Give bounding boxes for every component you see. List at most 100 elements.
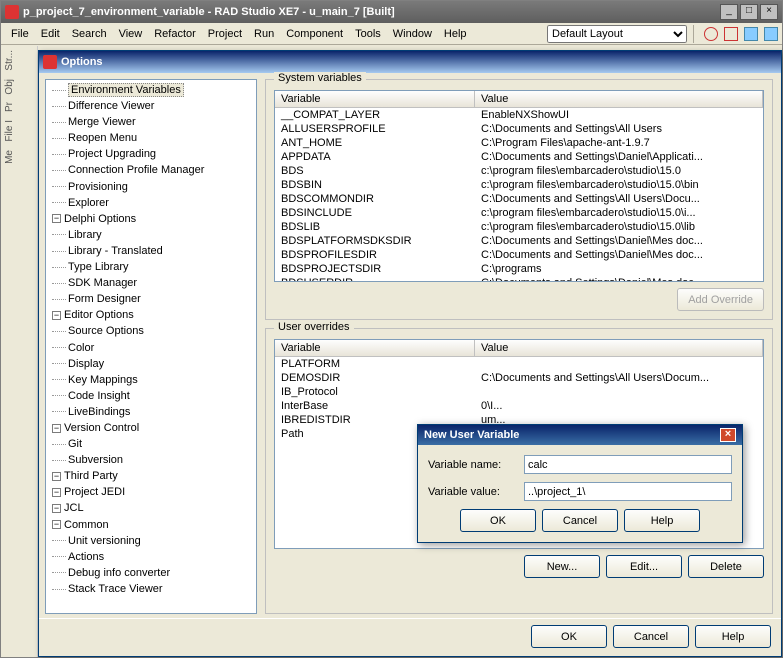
main-titlebar[interactable]: p_project_7_environment_variable - RAD S… — [1, 1, 782, 23]
side-tab[interactable]: Str... — [2, 46, 17, 75]
table-row[interactable]: BDSUSERDIRC:\Documents and Settings\Dani… — [275, 276, 763, 281]
tree-node[interactable]: −JCL — [48, 500, 254, 516]
options-cancel-button[interactable]: Cancel — [613, 625, 689, 648]
tree-node[interactable]: Library - Translated — [48, 243, 254, 259]
side-tab[interactable]: File I — [2, 116, 17, 146]
menu-tools[interactable]: Tools — [349, 26, 387, 42]
minimize-button[interactable]: _ — [720, 4, 738, 20]
tree-node[interactable]: Type Library — [48, 259, 254, 275]
tree-node[interactable]: Form Designer — [48, 291, 254, 307]
menu-help[interactable]: Help — [438, 26, 473, 42]
tree-node[interactable]: −Delphi Options — [48, 211, 254, 227]
newvar-help-button[interactable]: Help — [624, 509, 700, 532]
tree-node[interactable]: −Editor Options — [48, 307, 254, 323]
tree-node[interactable]: Connection Profile Manager — [48, 162, 254, 178]
tree-node[interactable]: Merge Viewer — [48, 114, 254, 130]
system-variables-list[interactable]: Variable Value __COMPAT_LAYEREnableNXSho… — [274, 90, 764, 282]
tree-node[interactable]: Key Mappings — [48, 372, 254, 388]
tree-node[interactable]: Project Upgrading — [48, 146, 254, 162]
tree-node[interactable]: Git — [48, 436, 254, 452]
tree-node[interactable]: Unit versioning — [48, 533, 254, 549]
sys-col-variable[interactable]: Variable — [275, 91, 475, 107]
new-button[interactable]: New... — [524, 555, 600, 578]
table-row[interactable]: BDSLIBc:\program files\embarcadero\studi… — [275, 220, 763, 234]
expand-icon[interactable]: − — [52, 214, 61, 223]
tree-node[interactable]: Difference Viewer — [48, 98, 254, 114]
tree-node[interactable]: Explorer — [48, 195, 254, 211]
newvar-close-button[interactable]: × — [720, 428, 736, 442]
table-row[interactable]: BDSCOMMONDIRC:\Documents and Settings\Al… — [275, 192, 763, 206]
edit-button[interactable]: Edit... — [606, 555, 682, 578]
tree-node[interactable]: −Version Control — [48, 420, 254, 436]
table-row[interactable]: BDSBINc:\program files\embarcadero\studi… — [275, 178, 763, 192]
menu-search[interactable]: Search — [66, 26, 113, 42]
table-row[interactable]: BDSPROJECTSDIRC:\programs — [275, 262, 763, 276]
tree-node[interactable]: SDK Manager — [48, 275, 254, 291]
table-row[interactable]: BDSc:\program files\embarcadero\studio\1… — [275, 164, 763, 178]
tree-node[interactable]: −Third Party — [48, 468, 254, 484]
menu-edit[interactable]: Edit — [35, 26, 66, 42]
table-row[interactable]: APPDATAC:\Documents and Settings\Daniel\… — [275, 150, 763, 164]
tree-node[interactable]: Code Insight — [48, 388, 254, 404]
table-row[interactable]: ALLUSERSPROFILEC:\Documents and Settings… — [275, 122, 763, 136]
expand-icon[interactable]: − — [52, 424, 61, 433]
table-row[interactable]: BDSPROFILESDIRC:\Documents and Settings\… — [275, 248, 763, 262]
expand-icon[interactable]: − — [52, 520, 61, 529]
tree-node[interactable]: Actions — [48, 549, 254, 565]
tree-node[interactable]: Debug info converter — [48, 565, 254, 581]
tree-node[interactable]: Library — [48, 227, 254, 243]
options-help-button[interactable]: Help — [695, 625, 771, 648]
tree-node[interactable]: Color — [48, 340, 254, 356]
menu-run[interactable]: Run — [248, 26, 280, 42]
expand-icon[interactable]: − — [52, 311, 61, 320]
side-tab[interactable]: Pr — [2, 98, 17, 116]
expand-icon[interactable]: − — [52, 488, 61, 497]
menu-window[interactable]: Window — [387, 26, 438, 42]
menu-refactor[interactable]: Refactor — [148, 26, 202, 42]
options-titlebar[interactable]: Options — [39, 51, 781, 73]
delete-button[interactable]: Delete — [688, 555, 764, 578]
tree-node[interactable]: Display — [48, 356, 254, 372]
tree-node[interactable]: Provisioning — [48, 179, 254, 195]
newvar-titlebar[interactable]: New User Variable × — [418, 425, 742, 445]
menu-view[interactable]: View — [113, 26, 149, 42]
maximize-button[interactable]: □ — [740, 4, 758, 20]
user-col-variable[interactable]: Variable — [275, 340, 475, 356]
options-ok-button[interactable]: OK — [531, 625, 607, 648]
tree-node[interactable]: Environment Variables — [48, 82, 254, 98]
close-button[interactable]: × — [760, 4, 778, 20]
options-tree[interactable]: Environment VariablesDifference ViewerMe… — [45, 79, 257, 614]
user-col-value[interactable]: Value — [475, 340, 763, 356]
varvalue-input[interactable] — [524, 482, 732, 501]
table-row[interactable]: InterBase0\I... — [275, 399, 763, 413]
menu-project[interactable]: Project — [202, 26, 248, 42]
tree-node[interactable]: −Common — [48, 517, 254, 533]
table-row[interactable]: PLATFORM — [275, 357, 763, 371]
tool-icon-4[interactable] — [764, 27, 778, 41]
tool-icon-2[interactable] — [724, 27, 738, 41]
layout-select[interactable]: Default Layout — [547, 25, 687, 43]
expand-icon[interactable]: − — [52, 504, 61, 513]
add-override-button[interactable]: Add Override — [677, 288, 764, 311]
tool-icon-3[interactable] — [744, 27, 758, 41]
tool-icon-1[interactable] — [704, 27, 718, 41]
side-tab[interactable]: Me — [2, 146, 17, 168]
menu-component[interactable]: Component — [280, 26, 349, 42]
table-row[interactable]: BDSPLATFORMSDKSDIRC:\Documents and Setti… — [275, 234, 763, 248]
tree-node[interactable]: −Project JEDI — [48, 484, 254, 500]
table-row[interactable]: ANT_HOMEC:\Program Files\apache-ant-1.9.… — [275, 136, 763, 150]
menu-file[interactable]: File — [5, 26, 35, 42]
table-row[interactable]: IB_Protocol — [275, 385, 763, 399]
table-row[interactable]: BDSINCLUDEc:\program files\embarcadero\s… — [275, 206, 763, 220]
side-tab[interactable]: Obj — [2, 75, 17, 99]
table-row[interactable]: DEMOSDIRC:\Documents and Settings\All Us… — [275, 371, 763, 385]
table-row[interactable]: __COMPAT_LAYEREnableNXShowUI — [275, 108, 763, 122]
tree-node[interactable]: Stack Trace Viewer — [48, 581, 254, 597]
expand-icon[interactable]: − — [52, 472, 61, 481]
newvar-ok-button[interactable]: OK — [460, 509, 536, 532]
tree-node[interactable]: Reopen Menu — [48, 130, 254, 146]
tree-node[interactable]: LiveBindings — [48, 404, 254, 420]
tree-node[interactable]: Subversion — [48, 452, 254, 468]
newvar-cancel-button[interactable]: Cancel — [542, 509, 618, 532]
varname-input[interactable] — [524, 455, 732, 474]
